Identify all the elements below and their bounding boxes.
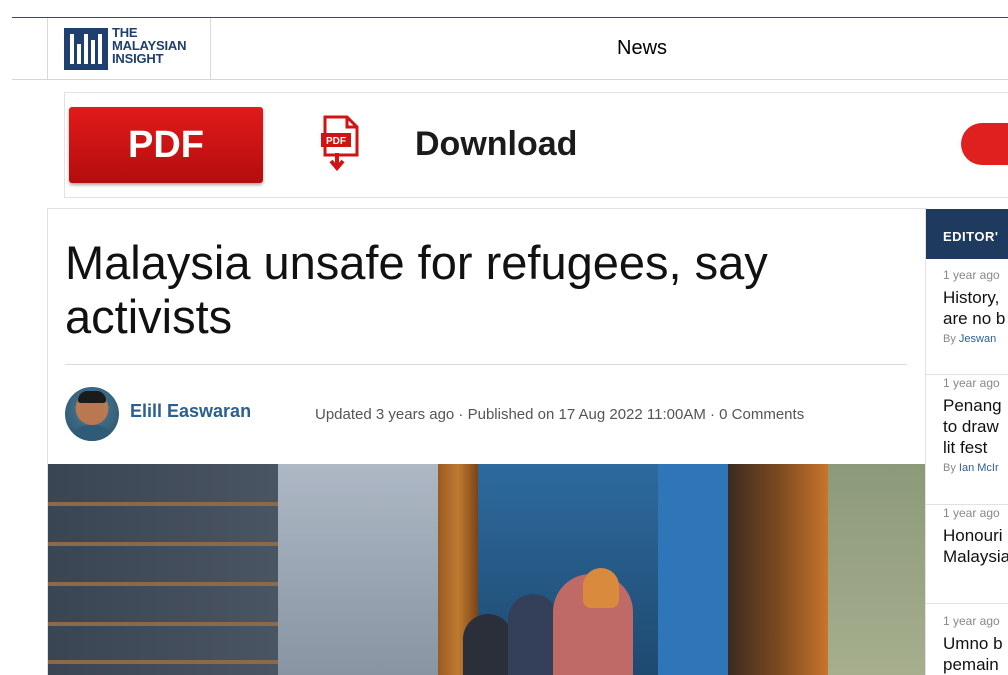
sidebar-item[interactable]: 1 year ago Umno b pemain	[926, 604, 1008, 675]
sidebar-item-time: 1 year ago	[943, 614, 1000, 628]
ad-download-text: Download	[415, 125, 578, 163]
sidebar-item-title[interactable]: Umno b pemain	[943, 633, 1008, 675]
sidebar-item[interactable]: 1 year ago Penang to draw lit fest By Ia…	[926, 376, 1008, 505]
header-divider	[12, 79, 1008, 80]
author-avatar[interactable]	[65, 387, 119, 441]
sidebar-item[interactable]: 1 year ago Honouri Malaysia	[926, 506, 1008, 604]
pdf-icon-label: PDF	[326, 136, 346, 147]
article-title: Malaysia unsafe for refugees, say activi…	[65, 236, 768, 343]
nav-news-link[interactable]: News	[617, 37, 667, 60]
sidebar-item[interactable]: 1 year ago History, are no b By Jeswan	[926, 268, 1008, 375]
logo-mark-icon	[64, 28, 108, 70]
author-name-link[interactable]: Elill Easwaran	[130, 401, 251, 422]
logo-line-3: INSIGHT	[112, 51, 164, 66]
sidebar-item-byline: By Ian McIr	[943, 462, 999, 474]
sidebar-item-time: 1 year ago	[943, 506, 1000, 520]
ad-right-button[interactable]	[961, 123, 1008, 165]
pdf-file-icon: PDF	[321, 115, 359, 171]
editors-picks-sidebar: EDITOR' 1 year ago History, are no b By …	[925, 209, 1008, 675]
pdf-download-ad[interactable]: PDF PDF Download	[64, 92, 1008, 198]
sidebar-item-byline: By Jeswan	[943, 333, 997, 345]
sidebar-heading: EDITOR'	[926, 209, 1008, 259]
sidebar-item-title[interactable]: History, are no b	[943, 287, 1008, 329]
sidebar-item-time: 1 year ago	[943, 268, 1000, 282]
logo-text: THE MALAYSIAN INSIGHT	[112, 26, 186, 65]
ad-pdf-button[interactable]: PDF	[69, 107, 263, 183]
title-divider	[65, 364, 907, 365]
article-hero-image	[48, 464, 925, 675]
site-logo[interactable]: THE MALAYSIAN INSIGHT	[47, 18, 211, 79]
content-top-border	[47, 208, 927, 209]
sidebar-item-title[interactable]: Honouri Malaysia	[943, 525, 1008, 567]
sidebar-item-title[interactable]: Penang to draw lit fest	[943, 395, 1008, 458]
article-meta: Updated 3 years ago · Published on 17 Au…	[315, 406, 805, 423]
sidebar-item-time: 1 year ago	[943, 376, 1000, 390]
